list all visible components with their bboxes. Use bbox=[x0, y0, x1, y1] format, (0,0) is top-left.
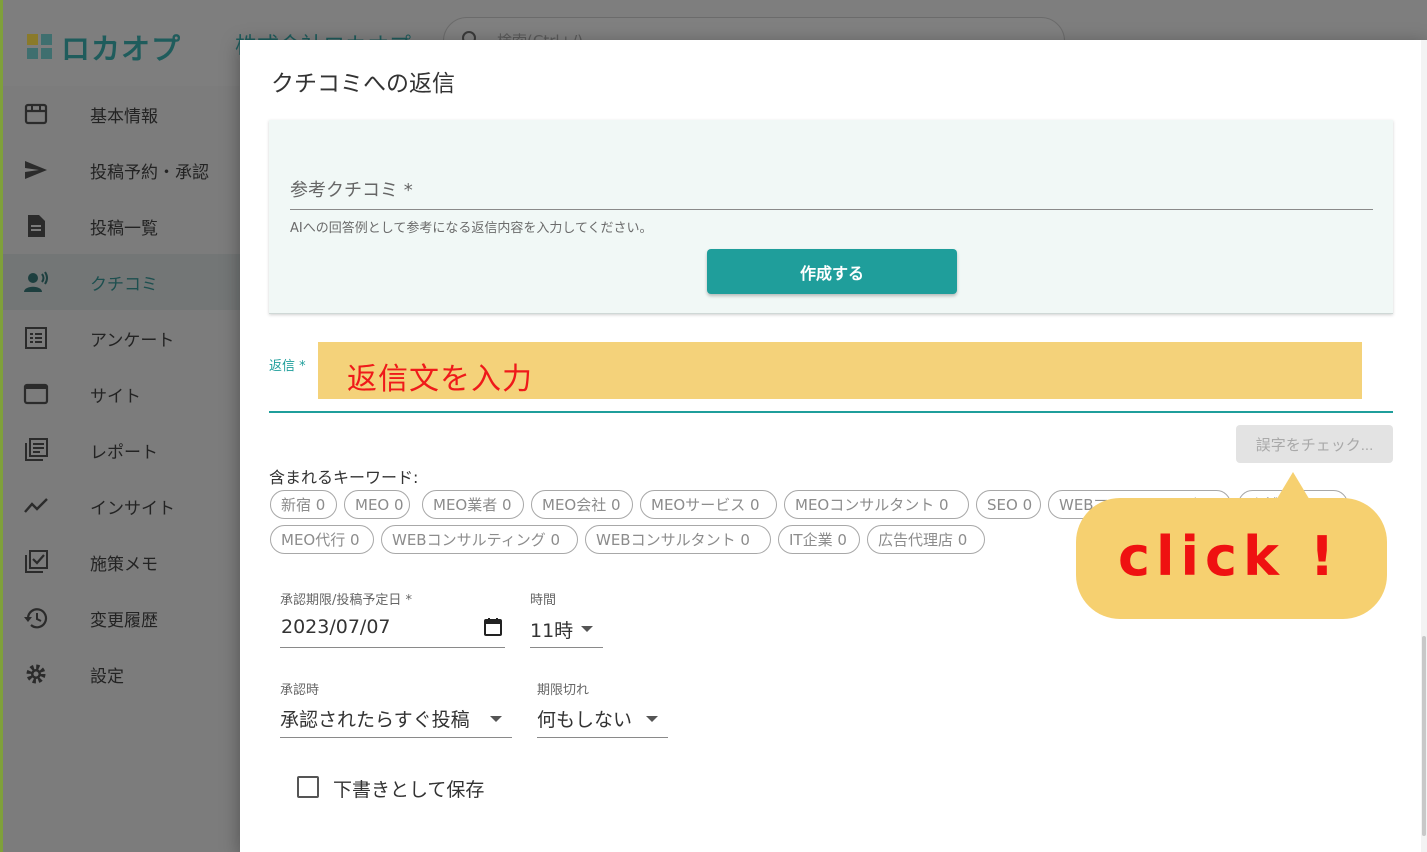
keywords-title: 含まれるキーワード: bbox=[269, 468, 419, 487]
sidebar-item-label: アンケート bbox=[90, 330, 175, 351]
keyword-chip: MEO代行 0 bbox=[270, 525, 374, 554]
sidebar-item-label: レポート bbox=[90, 442, 158, 463]
keyword-chip: IT企業 0 bbox=[778, 525, 860, 554]
expired-underline bbox=[537, 737, 668, 738]
typo-check-button[interactable]: 誤字をチェック... bbox=[1236, 425, 1393, 463]
sidebar-item-label: サイト bbox=[90, 386, 141, 407]
chevron-down-icon bbox=[581, 626, 593, 632]
keyword-chip: MEO 0 bbox=[344, 490, 410, 519]
date-field-underline bbox=[280, 647, 505, 648]
document-icon bbox=[23, 213, 49, 239]
sidebar-item-label: 投稿一覧 bbox=[90, 218, 158, 239]
save-as-draft-checkbox[interactable] bbox=[297, 776, 319, 798]
sidebar-item-label: インサイト bbox=[90, 498, 175, 519]
keyword-chip: 広告代理店 0 bbox=[867, 525, 985, 554]
save-as-draft-label: 下書きとして保存 bbox=[333, 779, 485, 801]
time-field-underline bbox=[530, 647, 603, 648]
gear-icon bbox=[23, 661, 49, 687]
sidebar-item-label: 投稿予約・承認 bbox=[90, 162, 209, 183]
sidebar-item-memo[interactable]: 施策メモ bbox=[3, 534, 240, 590]
reference-review-field[interactable]: 参考クチコミ * bbox=[290, 176, 413, 202]
scrollbar-thumb[interactable] bbox=[1422, 636, 1426, 836]
browser-window-icon bbox=[23, 381, 49, 407]
sidebar-item-report[interactable]: レポート bbox=[3, 422, 240, 478]
logo-text: ロカオプ bbox=[61, 32, 182, 66]
time-label: 時間 bbox=[530, 593, 557, 608]
list-icon bbox=[23, 325, 49, 351]
expired-label: 期限切れ bbox=[537, 683, 590, 698]
dialog-scrollbar[interactable] bbox=[1421, 40, 1427, 852]
sidebar-item-label: 変更履歴 bbox=[90, 610, 158, 631]
sidebar-item-basic-info[interactable]: 基本情報 bbox=[3, 86, 240, 142]
reply-instruction-annotation: 返信文を入力 bbox=[347, 362, 533, 397]
sidebar-item-label: 設定 bbox=[90, 666, 124, 687]
chevron-down-icon bbox=[646, 716, 658, 722]
reply-label: 返信 * bbox=[269, 359, 306, 374]
sidebar-item-history[interactable]: 変更履歴 bbox=[3, 590, 240, 646]
app-logo[interactable]: ロカオプ bbox=[27, 26, 181, 68]
person-voice-icon bbox=[23, 269, 49, 295]
sidebar-item-settings[interactable]: 設定 bbox=[3, 646, 240, 702]
create-button[interactable]: 作成する bbox=[707, 249, 957, 294]
review-reply-dialog: クチコミへの返信 参考クチコミ * AIへの回答例として参考になる返信内容を入力… bbox=[240, 40, 1427, 852]
reference-field-underline bbox=[290, 209, 1373, 210]
keyword-chip: WEBコンサルタント 0 bbox=[585, 525, 771, 554]
expired-select[interactable]: 何もしない bbox=[537, 705, 632, 732]
keyword-chip: MEO会社 0 bbox=[531, 490, 633, 519]
sidebar-item-label: 施策メモ bbox=[90, 554, 158, 575]
dialog-title: クチコミへの返信 bbox=[271, 71, 455, 97]
reply-field-underline bbox=[269, 411, 1393, 413]
sidebar-item-post-list[interactable]: 投稿一覧 bbox=[3, 198, 240, 254]
ai-reference-panel: 参考クチコミ * AIへの回答例として参考になる返信内容を入力してください。 作… bbox=[269, 120, 1393, 314]
chevron-down-icon bbox=[490, 716, 502, 722]
history-icon bbox=[23, 605, 49, 631]
click-callout-text: click ! bbox=[1118, 525, 1341, 588]
time-select[interactable]: 11時 bbox=[530, 616, 573, 643]
sidebar-item-site[interactable]: サイト bbox=[3, 366, 240, 422]
sidebar-item-post-schedule[interactable]: 投稿予約・承認 bbox=[3, 142, 240, 198]
store-icon bbox=[23, 101, 49, 127]
library-books-icon bbox=[23, 437, 49, 463]
on-approval-label: 承認時 bbox=[280, 683, 320, 698]
send-icon bbox=[23, 157, 49, 183]
keyword-chip: MEO業者 0 bbox=[422, 490, 524, 519]
keyword-chip: SEO 0 bbox=[976, 490, 1041, 519]
trending-icon bbox=[23, 493, 49, 519]
sidebar: 基本情報 投稿予約・承認 投稿一覧 クチコミ アンケート サイト レポート イン… bbox=[3, 86, 240, 852]
logo-mark-icon bbox=[27, 34, 53, 60]
reference-hint: AIへの回答例として参考になる返信内容を入力してください。 bbox=[290, 221, 653, 236]
sidebar-item-survey[interactable]: アンケート bbox=[3, 310, 240, 366]
approval-deadline-label: 承認期限/投稿予定日 * bbox=[280, 593, 413, 608]
checklist-icon bbox=[23, 549, 49, 575]
keyword-chip: MEOコンサルタント 0 bbox=[784, 490, 969, 519]
calendar-icon[interactable] bbox=[483, 617, 503, 637]
sidebar-item-label: 基本情報 bbox=[90, 106, 158, 127]
on-approval-underline bbox=[280, 737, 512, 738]
keyword-chip: WEBコンサルティング 0 bbox=[381, 525, 578, 554]
approval-deadline-input[interactable]: 2023/07/07 bbox=[281, 616, 391, 638]
keyword-chip: 新宿 0 bbox=[270, 490, 337, 519]
sidebar-item-label: クチコミ bbox=[90, 274, 158, 295]
keyword-chip: MEOサービス 0 bbox=[640, 490, 777, 519]
sidebar-item-reviews[interactable]: クチコミ bbox=[3, 254, 240, 310]
sidebar-item-insight[interactable]: インサイト bbox=[3, 478, 240, 534]
on-approval-select[interactable]: 承認されたらすぐ投稿 bbox=[280, 705, 470, 732]
